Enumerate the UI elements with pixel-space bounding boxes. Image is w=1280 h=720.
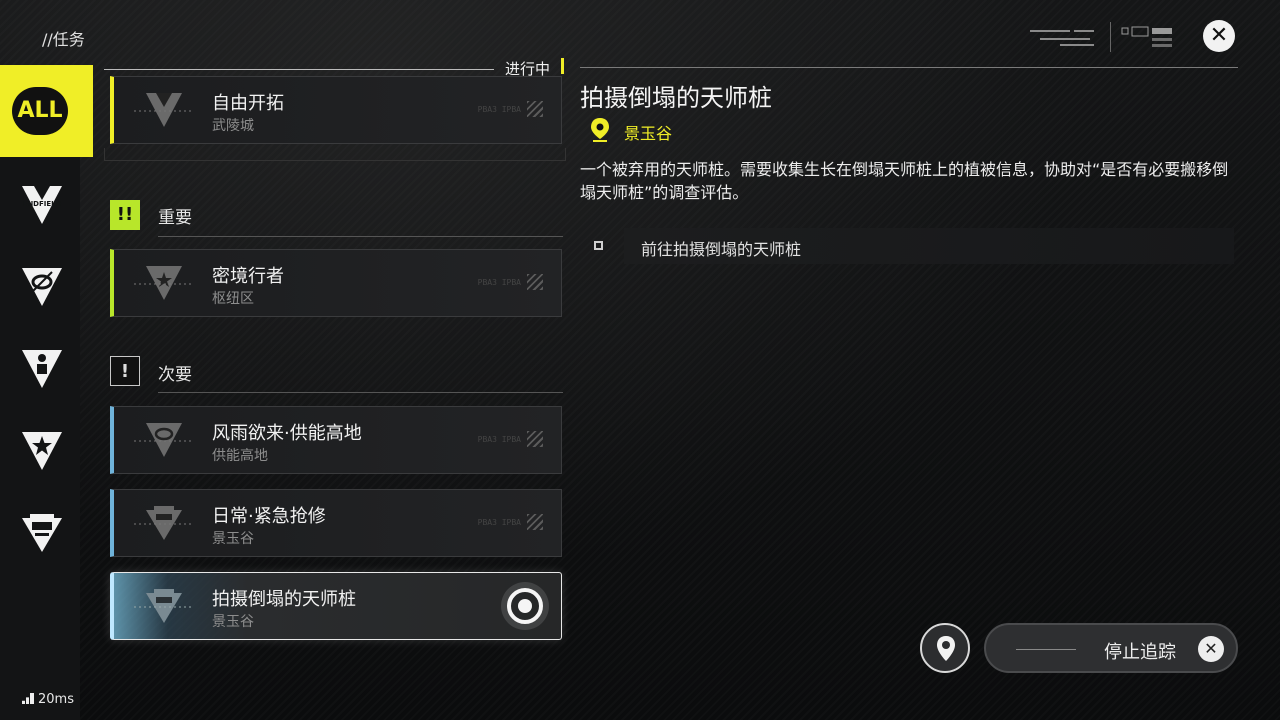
minor-badge: ! [110,356,140,386]
ping-value: 20ms [38,692,74,707]
quest-region: 枢纽区 [212,291,254,307]
important-badge: !! [110,200,140,230]
quest-card[interactable]: 日常·紧急抢修 景玉谷 PBA3 IPBA [110,489,562,557]
quest-region: 景玉谷 [212,614,254,630]
header-status-icon [1121,26,1172,47]
quest-location: 景玉谷 [624,124,673,143]
quest-card[interactable]: 风雨欲来·供能高地 供能高地 PBA3 IPBA [110,406,562,474]
header-divider [1110,22,1111,52]
quest-code: PBA3 IPBA [477,518,521,527]
stop-tracking-button[interactable]: 停止追踪 ✕ [984,623,1238,673]
detail-top-divider [580,67,1238,68]
quest-code: PBA3 IPBA [477,278,521,287]
quest-title: 风雨欲来·供能高地 [212,423,362,444]
objective-checkbox [594,241,603,250]
tracking-target-icon[interactable] [507,588,543,624]
network-status: 20ms [22,692,74,707]
quest-card[interactable]: 自由开拓 武陵城 PBA3 IPBA [110,76,562,144]
endfield-icon: ENDFIELD [22,186,62,224]
quest-region: 供能高地 [212,448,268,464]
quest-region: 景玉谷 [212,531,254,547]
close-icon: ✕ [1198,636,1224,662]
ongoing-divider [104,69,494,70]
svg-text:ENDFIELD: ENDFIELD [23,200,62,208]
quest-emblem-icon [134,93,194,127]
quest-code: PBA3 IPBA [477,435,521,444]
hatch-icon [527,274,543,290]
hatch-icon [527,101,543,117]
sidebar-item-ring[interactable] [20,266,64,308]
stop-tracking-label: 停止追踪 [1104,642,1176,663]
quest-card-selected[interactable]: 拍摄倒塌的天师桩 景玉谷 [110,572,562,640]
close-icon: ✕ [1209,23,1229,48]
all-icon: ALL [12,87,68,135]
ongoing-bracket [561,58,564,74]
quest-title: 密境行者 [212,266,284,287]
quest-code: PBA3 IPBA [477,105,521,114]
person-emblem-icon [22,350,62,388]
map-pin-icon [937,636,955,661]
hatch-icon [527,431,543,447]
button-decoration-line [1016,649,1076,650]
star-emblem-icon [22,432,62,470]
sidebar-item-all[interactable]: ALL [0,65,93,157]
close-button[interactable]: ✕ [1203,20,1235,52]
building-emblem-icon [22,514,62,552]
section-divider [158,392,563,393]
quest-title: 日常·紧急抢修 [212,506,326,527]
quest-emblem-icon [134,589,194,623]
objective-text: 前往拍摄倒塌的天师桩 [641,240,802,259]
map-locate-button[interactable] [920,623,970,673]
hatch-icon [527,514,543,530]
page-title: //任务 [42,30,85,49]
ring-emblem-icon [22,268,62,306]
sidebar-item-endfield[interactable]: ENDFIELD [20,184,64,226]
quest-title: 自由开拓 [212,93,284,114]
quest-card[interactable]: 密境行者 枢纽区 PBA3 IPBA [110,249,562,317]
quest-description: 一个被弃用的天师桩。需要收集生长在倒塌天师桩上的植被信息，协助对“是否有必要搬移… [580,160,1229,202]
sidebar-item-building[interactable] [20,512,64,554]
sidebar-item-person[interactable] [20,348,64,390]
quest-title: 拍摄倒塌的天师桩 [212,589,356,610]
quest-emblem-icon [134,266,194,300]
quest-region: 武陵城 [212,118,254,134]
section-label-minor: 次要 [158,365,192,385]
location-pin-icon [591,118,609,142]
header-decoration [1030,26,1120,50]
sidebar-item-star[interactable] [20,430,64,472]
quest-emblem-icon [134,506,194,540]
quest-detail-title: 拍摄倒塌的天师桩 [580,84,772,112]
signal-icon [22,693,34,704]
section-label-important: 重要 [158,208,192,228]
section-divider [158,236,563,237]
category-sidebar [0,65,80,720]
ongoing-panel [104,148,566,161]
quest-emblem-icon [134,423,194,457]
